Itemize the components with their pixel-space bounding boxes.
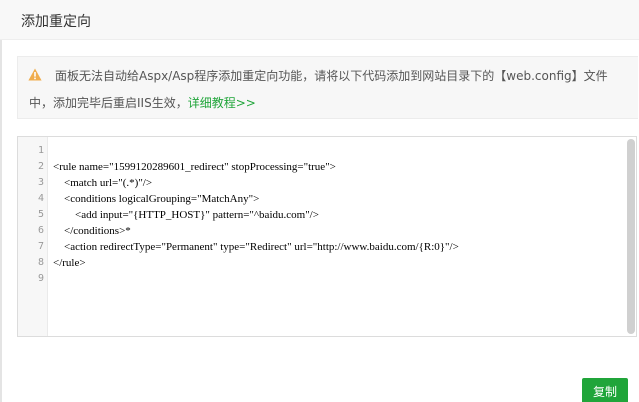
- line-number: 2: [37, 161, 44, 172]
- code-text[interactable]: <action redirectType="Permanent" type="R…: [53, 239, 459, 255]
- copy-button[interactable]: 复制: [582, 378, 628, 402]
- code-line: 2 <rule name="1599120289601_redirect" sto…: [18, 159, 636, 175]
- warning-icon: [28, 68, 42, 81]
- notice-text-prefix: 中，添加完毕后重启IIS生效，: [29, 96, 188, 110]
- code-line: 5 <add input="{HTTP_HOST}" pattern="^bai…: [18, 207, 636, 223]
- code-lines: 1 2 <rule name="1599120289601_redirect" s…: [18, 143, 636, 287]
- notice-text-line2: 中，添加完毕后重启IIS生效，详细教程>>: [29, 94, 256, 111]
- code-line: 7 <action redirectType="Permanent" type=…: [18, 239, 636, 255]
- editor-scrollbar[interactable]: [627, 139, 635, 334]
- line-number: 9: [37, 273, 44, 284]
- dialog-title: 添加重定向: [21, 14, 91, 30]
- code-text[interactable]: </conditions>*: [53, 223, 131, 239]
- dialog-left-edge: [0, 0, 2, 402]
- code-line: 9: [18, 271, 636, 287]
- code-text[interactable]: <conditions logicalGrouping="MatchAny">: [53, 191, 259, 207]
- code-editor[interactable]: 1 2 <rule name="1599120289601_redirect" s…: [17, 136, 637, 337]
- line-number: 4: [37, 193, 44, 204]
- redirect-dialog: 添加重定向 面板无法自动给Aspx/Asp程序添加重定向功能，请将以下代码添加到…: [0, 0, 639, 402]
- dialog-titlebar: 添加重定向: [0, 0, 639, 40]
- code-text[interactable]: </rule>: [53, 255, 86, 271]
- code-line: 6 </conditions>*: [18, 223, 636, 239]
- line-number: 6: [37, 225, 44, 236]
- code-line: 4 <conditions logicalGrouping="MatchAny"…: [18, 191, 636, 207]
- notice-box: 面板无法自动给Aspx/Asp程序添加重定向功能，请将以下代码添加到网站目录下的…: [17, 56, 638, 119]
- notice-text-line1: 面板无法自动给Aspx/Asp程序添加重定向功能，请将以下代码添加到网站目录下的…: [55, 69, 608, 83]
- line-number: 5: [37, 209, 44, 220]
- line-number: 1: [37, 145, 44, 156]
- line-number: 7: [37, 241, 44, 252]
- code-line: 8 </rule>: [18, 255, 636, 271]
- code-line: 3 <match url="(.*)"/>: [18, 175, 636, 191]
- tutorial-link[interactable]: 详细教程>>: [188, 96, 256, 110]
- code-text[interactable]: <add input="{HTTP_HOST}" pattern="^baidu…: [53, 207, 319, 223]
- line-number: 3: [37, 177, 44, 188]
- code-text[interactable]: <rule name="1599120289601_redirect" stop…: [53, 159, 336, 175]
- code-text[interactable]: <match url="(.*)"/>: [53, 175, 152, 191]
- code-line: 1: [18, 143, 636, 159]
- line-number: 8: [37, 257, 44, 268]
